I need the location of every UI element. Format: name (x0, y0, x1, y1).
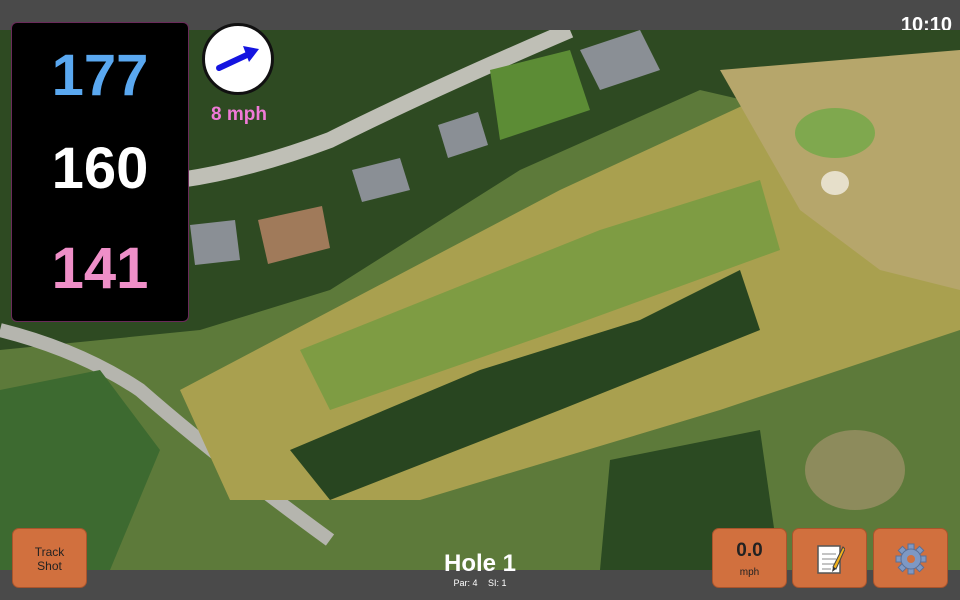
hole-par: Par: 4 (453, 578, 478, 588)
settings-button[interactable] (873, 528, 948, 588)
notes-button[interactable] (792, 528, 867, 588)
wind-speed: 8 mph (211, 104, 267, 125)
middle-distance: 160 (51, 136, 149, 201)
hole-title: Hole 1 (443, 550, 517, 577)
back-distance: 177 (51, 43, 149, 108)
track-shot-label-line2: Shot (37, 559, 62, 573)
wind-speed-button[interactable]: 0.0 mph (712, 528, 787, 588)
notepad-icon (817, 545, 845, 574)
distance-panel: 177 160 141 (11, 22, 189, 322)
wind-direction-indicator (202, 23, 274, 95)
front-distance: 141 (51, 236, 149, 301)
hole-info: Par: 4 SI: 1 (380, 578, 580, 588)
wind-speed-value: 0.0 (736, 540, 763, 561)
track-shot-label-line1: Track (34, 545, 65, 559)
wind-arrow-icon (216, 46, 259, 71)
hole-stroke-index: SI: 1 (488, 578, 507, 588)
track-shot-button[interactable]: Track Shot (12, 528, 87, 588)
wind-speed-unit: mph (739, 567, 760, 578)
gear-icon (895, 543, 927, 575)
